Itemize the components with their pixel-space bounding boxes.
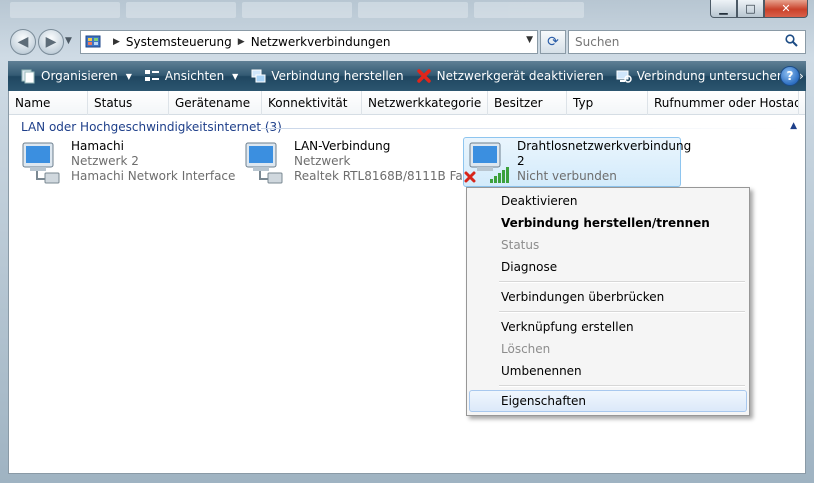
- column-header-status[interactable]: Status: [88, 91, 169, 115]
- diagnose-button[interactable]: Verbindung untersuchen: [610, 61, 791, 91]
- collapse-group-icon[interactable]: ▲: [790, 121, 797, 131]
- caption-buttons: ▁ □ ✕: [710, 0, 808, 18]
- search-input[interactable]: [568, 30, 806, 54]
- connection-device: Realtek RTL8168B/8111B Fa...: [294, 169, 475, 183]
- menu-separator: [499, 281, 745, 283]
- address-row: ◀ ▶ ▼ ▶ Systemsteuerung ▶ Netzwerkverbin…: [8, 28, 806, 56]
- column-header-owner[interactable]: Besitzer: [488, 91, 567, 115]
- background-taskbar: [0, 0, 700, 22]
- menu-item-verbindung-herstellen-trennen[interactable]: Verbindung herstellen/trennen: [469, 212, 747, 234]
- chevron-down-icon: ▼: [232, 71, 239, 81]
- connection-device: Hamachi Network Interface: [71, 169, 236, 183]
- menu-item-verknuepfung-erstellen[interactable]: Verknüpfung erstellen: [469, 316, 747, 338]
- breadcrumb-item-netzwerkverbindungen[interactable]: Netzwerkverbindungen: [251, 35, 391, 49]
- diagnose-label: Verbindung untersuchen: [636, 69, 785, 83]
- connection-item-wireless[interactable]: Drahtlosnetzwerkverbindung 2 Nicht verbu…: [463, 137, 691, 187]
- menu-item-status: Status: [501, 238, 540, 252]
- column-header-name[interactable]: Name: [9, 91, 88, 115]
- column-header-connectivity[interactable]: Konnektivität: [262, 91, 362, 115]
- column-header-phone-host[interactable]: Rufnummer oder Hostad...: [648, 91, 799, 115]
- column-header-device[interactable]: Gerätename: [169, 91, 262, 115]
- address-dropdown-icon[interactable]: ▼: [526, 35, 533, 45]
- connect-button[interactable]: Verbindung herstellen: [244, 61, 409, 91]
- connection-name: Drahtlosnetzwerkverbindung: [517, 139, 692, 153]
- breadcrumb-separator-icon: ▶: [113, 37, 120, 47]
- help-button[interactable]: ?: [780, 66, 800, 86]
- menu-item-verbindungen-ueberbruecken[interactable]: Verbindungen überbrücken: [469, 286, 747, 308]
- breadcrumb-separator-icon: ▶: [237, 37, 245, 47]
- connect-icon: [251, 69, 266, 83]
- connection-item-lan[interactable]: LAN-Verbindung Netzwerk Realtek RTL8168B…: [240, 139, 474, 187]
- diagnose-icon: [616, 70, 632, 83]
- close-button[interactable]: ✕: [764, 0, 808, 18]
- connection-text: LAN-Verbindung Netzwerk Realtek RTL8168B…: [294, 139, 474, 184]
- connection-status: Netzwerk 2: [71, 154, 139, 168]
- group-header[interactable]: LAN oder Hochgeschwindigkeitsinternet (3…: [21, 120, 282, 134]
- views-icon: [144, 70, 159, 81]
- connection-status: Netzwerk: [294, 154, 351, 168]
- menu-item-eigenschaften[interactable]: Eigenschaften: [469, 390, 747, 412]
- disable-x-icon: [416, 69, 431, 83]
- connection-status: Nicht verbunden: [517, 169, 617, 183]
- connection-name: LAN-Verbindung: [294, 139, 391, 153]
- menu-separator: [499, 311, 745, 313]
- connection-text: Drahtlosnetzwerkverbindung 2 Nicht verbu…: [517, 139, 691, 184]
- views-button[interactable]: Ansichten ▼: [138, 61, 244, 91]
- connection-name-line2: 2: [517, 154, 525, 168]
- address-bar[interactable]: ▶ Systemsteuerung ▶ Netzwerkverbindungen…: [80, 30, 538, 54]
- network-adapter-icon: [22, 142, 60, 184]
- refresh-icon: ⟳: [547, 34, 559, 50]
- network-adapter-icon: [245, 142, 283, 184]
- search-icon[interactable]: [785, 34, 798, 47]
- window-frame: ▁ □ ✕ ◀ ▶ ▼ ▶ Systemsteuerung ▶ Netzwerk…: [0, 0, 814, 483]
- minimize-button[interactable]: ▁: [710, 0, 737, 18]
- menu-item-diagnose[interactable]: Diagnose: [469, 256, 747, 278]
- command-bar: Organisieren ▼ Ansichten ▼ Verbindung hers…: [8, 61, 806, 91]
- control-panel-icon: [85, 35, 101, 48]
- column-header-category[interactable]: Netzwerkkategorie: [362, 91, 488, 115]
- connection-name: Hamachi: [71, 139, 124, 153]
- menu-item-umbenennen[interactable]: Umbenennen: [469, 360, 747, 382]
- wireless-adapter-icon: [464, 142, 509, 183]
- views-label: Ansichten: [164, 69, 225, 83]
- menu-separator: [499, 385, 745, 387]
- connect-label: Verbindung herstellen: [271, 69, 404, 83]
- disable-device-button[interactable]: Netzwerkgerät deaktivieren: [410, 61, 610, 91]
- menu-item-loeschen: Löschen: [501, 342, 551, 356]
- chevron-down-icon: ▼: [125, 71, 132, 81]
- connection-item-hamachi[interactable]: Hamachi Netzwerk 2 Hamachi Network Inter…: [17, 139, 237, 187]
- back-button[interactable]: ◀: [10, 29, 36, 55]
- maximize-button[interactable]: □: [737, 0, 764, 18]
- organize-icon: [21, 69, 35, 84]
- group-divider: [261, 128, 781, 129]
- forward-button[interactable]: ▶: [38, 29, 64, 55]
- disable-device-label: Netzwerkgerät deaktivieren: [436, 69, 604, 83]
- menu-item-deaktivieren[interactable]: Deaktivieren: [469, 190, 747, 212]
- history-dropdown-icon[interactable]: ▼: [65, 36, 72, 46]
- breadcrumb-item-systemsteuerung[interactable]: Systemsteuerung: [126, 35, 232, 49]
- column-header-type[interactable]: Typ: [567, 91, 648, 115]
- context-menu: Deaktivieren Verbindung herstellen/trenn…: [466, 187, 750, 416]
- forward-arrow-icon: ▶: [45, 34, 57, 50]
- organize-label: Organisieren: [41, 69, 118, 83]
- column-header-row: Name Status Gerätename Konnektivität Net…: [9, 91, 805, 115]
- organize-button[interactable]: Organisieren ▼: [14, 61, 138, 91]
- back-arrow-icon: ◀: [17, 34, 29, 50]
- refresh-button[interactable]: ⟳: [540, 30, 566, 54]
- connection-text: Hamachi Netzwerk 2 Hamachi Network Inter…: [71, 139, 235, 184]
